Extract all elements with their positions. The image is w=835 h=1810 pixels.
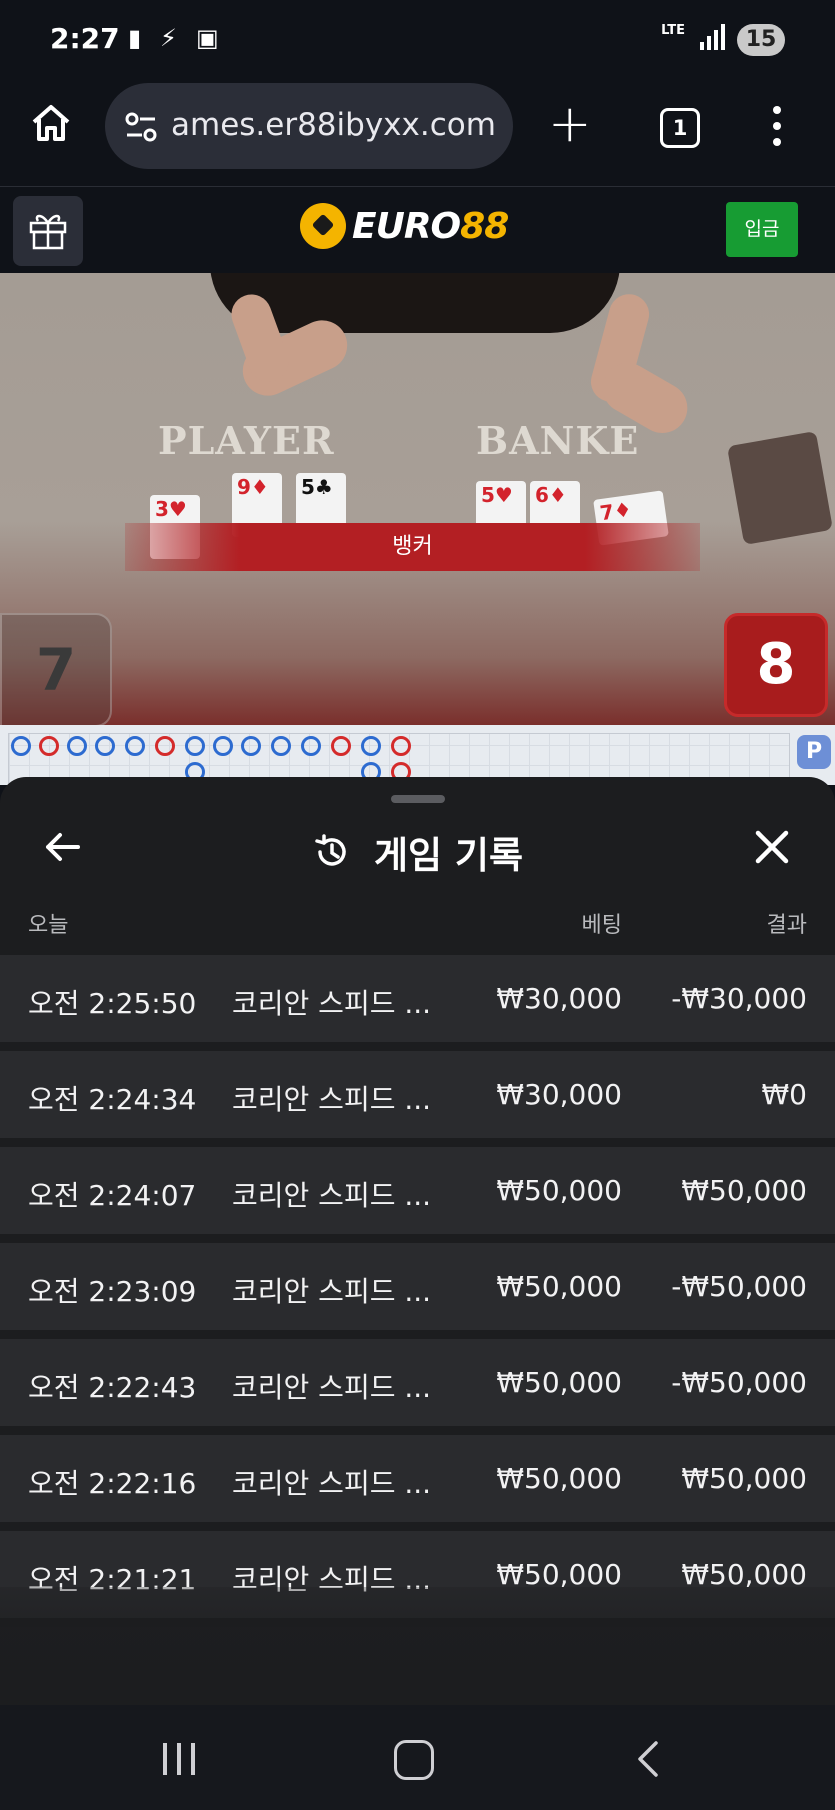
site-logo[interactable]: EURO88 xyxy=(300,201,509,251)
banker-score: 8 xyxy=(724,613,828,717)
history-row[interactable]: 오전 2:22:43 코리안 스피드 ... ₩50,000 -₩50,000 xyxy=(0,1339,835,1426)
home-icon[interactable] xyxy=(28,100,74,146)
gift-icon xyxy=(29,214,67,250)
more-menu-icon[interactable] xyxy=(770,106,784,150)
live-game-video[interactable]: PLAYER BANKE 3♥ 9♦ 5♣ 5♥ 6♦ 7♦ 뱅커 7 8 xyxy=(0,273,835,725)
history-row[interactable]: 오전 2:23:09 코리안 스피드 ... ₩50,000 -₩50,000 xyxy=(0,1243,835,1330)
row-game: 코리안 스피드 ... xyxy=(232,1083,432,1116)
row-result: ₩50,000 xyxy=(681,1174,807,1207)
card-shoe xyxy=(727,430,833,546)
game-history-sheet: 게임 기록 오늘 베팅 결과 오전 2:25:50 코리안 스피드 ... ₩3… xyxy=(0,777,835,1705)
history-row[interactable]: 오전 2:24:07 코리안 스피드 ... ₩50,000 ₩50,000 xyxy=(0,1147,835,1234)
network-type: LTE xyxy=(661,23,685,38)
new-tab-button[interactable]: + xyxy=(548,98,592,150)
row-result: ₩50,000 xyxy=(681,1462,807,1495)
screenshot-icon: ▣ xyxy=(196,24,219,52)
row-game: 코리안 스피드 ... xyxy=(232,1179,432,1212)
row-bet: ₩30,000 xyxy=(496,982,622,1015)
history-row[interactable]: 오전 2:24:34 코리안 스피드 ... ₩30,000 ₩0 xyxy=(0,1051,835,1138)
gift-button[interactable] xyxy=(13,196,83,266)
player-score: 7 xyxy=(0,613,112,725)
deposit-button[interactable]: 입금 xyxy=(726,202,798,257)
close-icon[interactable] xyxy=(752,827,792,867)
result-banner: 뱅커 xyxy=(125,523,700,571)
row-result: -₩30,000 xyxy=(671,982,807,1015)
row-time: 오전 2:22:16 xyxy=(28,1467,197,1500)
notification-icon: ⚡ xyxy=(160,24,177,52)
sheet-drag-handle[interactable] xyxy=(391,795,445,803)
history-row[interactable]: 오전 2:22:16 코리안 스피드 ... ₩50,000 ₩50,000 xyxy=(0,1435,835,1522)
site-header: EURO88 입금 xyxy=(0,186,835,274)
home-nav-icon[interactable] xyxy=(394,1740,434,1780)
banker-area-label: BANKE xyxy=(476,418,640,463)
site-settings-icon[interactable] xyxy=(123,109,159,145)
row-game: 코리안 스피드 ... xyxy=(232,1275,432,1308)
row-time: 오전 2:23:09 xyxy=(28,1275,197,1308)
battery-alert-icon: ▮ xyxy=(128,24,142,52)
row-time: 오전 2:25:50 xyxy=(28,987,197,1020)
row-result: -₩50,000 xyxy=(671,1270,807,1303)
status-time: 2:27 xyxy=(50,22,120,55)
column-result: 결과 xyxy=(766,913,807,938)
column-date: 오늘 xyxy=(28,913,69,938)
list-fade-overlay xyxy=(0,1587,835,1705)
sheet-title: 게임 기록 xyxy=(312,825,523,879)
row-game: 코리안 스피드 ... xyxy=(232,1371,432,1404)
row-result: -₩50,000 xyxy=(671,1366,807,1399)
row-bet: ₩50,000 xyxy=(496,1366,622,1399)
row-game: 코리안 스피드 ... xyxy=(232,987,432,1020)
row-bet: ₩50,000 xyxy=(496,1462,622,1495)
row-time: 오전 2:24:07 xyxy=(28,1179,197,1212)
roadmap-player-badge[interactable]: P xyxy=(797,735,831,769)
row-bet: ₩50,000 xyxy=(496,1174,622,1207)
roadmap-board[interactable]: P xyxy=(0,725,835,787)
row-result: ₩0 xyxy=(761,1078,808,1111)
logo-text-euro: EURO xyxy=(352,205,461,247)
recent-apps-icon[interactable] xyxy=(163,1743,195,1775)
sheet-title-text: 게임 기록 xyxy=(373,834,524,877)
address-bar[interactable]: ames.er88ibyxx.com xyxy=(105,83,513,169)
row-bet: ₩30,000 xyxy=(496,1078,622,1111)
battery-level: 15 xyxy=(737,24,785,56)
history-row[interactable]: 오전 2:25:50 코리안 스피드 ... ₩30,000 -₩30,000 xyxy=(0,955,835,1042)
back-nav-icon[interactable] xyxy=(632,1739,662,1779)
row-bet: ₩50,000 xyxy=(496,1270,622,1303)
column-bet: 베팅 xyxy=(581,913,622,938)
status-bar: 2:27 ▮ ⚡ ▣ LTE 15 xyxy=(0,0,835,80)
browser-toolbar: ames.er88ibyxx.com + 1 xyxy=(0,80,835,186)
row-time: 오전 2:24:34 xyxy=(28,1083,197,1116)
history-icon xyxy=(315,834,346,866)
row-time: 오전 2:22:43 xyxy=(28,1371,197,1404)
signal-icon xyxy=(700,24,725,50)
row-game: 코리안 스피드 ... xyxy=(232,1467,432,1500)
soccer-ball-icon xyxy=(300,203,346,249)
player-area-label: PLAYER xyxy=(158,418,335,463)
logo-text-88: 88 xyxy=(460,205,509,247)
tab-switcher-button[interactable]: 1 xyxy=(660,108,700,148)
url-text[interactable]: ames.er88ibyxx.com xyxy=(171,107,501,143)
system-nav-bar xyxy=(0,1705,835,1810)
